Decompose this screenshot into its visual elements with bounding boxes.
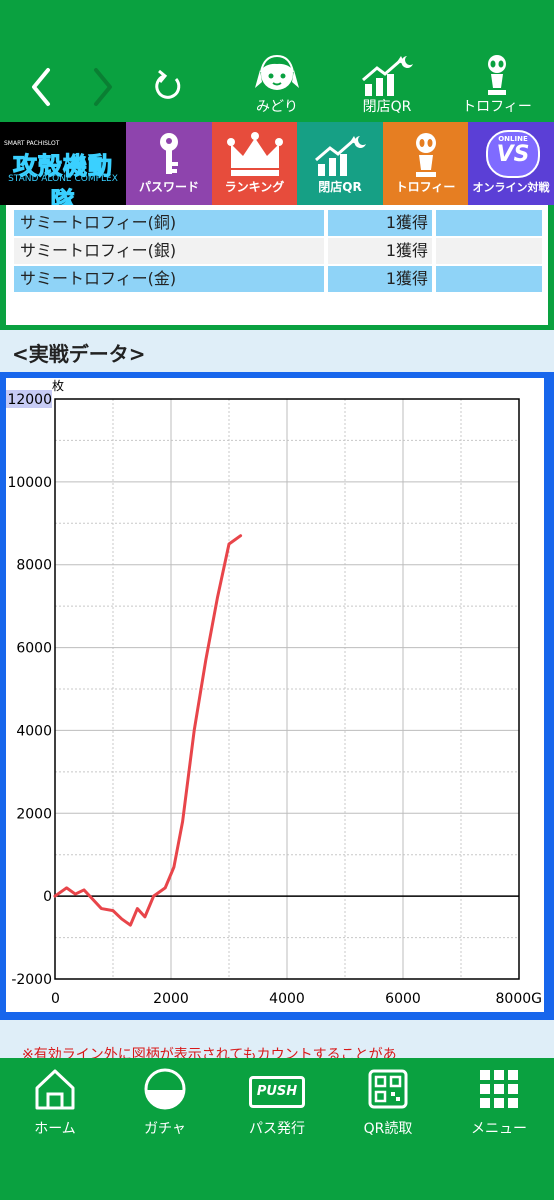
forward-arrow-icon[interactable]: [88, 62, 118, 112]
notice-band: ※有効ライン外に図柄が表示されてもカウントすることがあ: [0, 1020, 554, 1060]
menu-grid-icon: [480, 1070, 518, 1108]
crown-icon: [226, 132, 283, 176]
trophy-extra: [436, 266, 542, 292]
back-arrow-icon[interactable]: [28, 62, 58, 112]
y-tick-label: 6000: [16, 641, 52, 657]
home-icon: [35, 1069, 75, 1110]
x-tick-label: 4000: [269, 991, 305, 1007]
y-tick-label: 0: [43, 889, 52, 905]
tile-ranking[interactable]: ランキング: [212, 122, 297, 205]
y-tick-label: 2000: [16, 806, 52, 822]
trophy-row-bronze: サミートロフィー(銅) 1獲得: [14, 210, 544, 236]
logo-subtitle: STAND ALONE COMPLEX: [8, 174, 118, 184]
menu-row: SMART PACHISLOT 攻殻機動隊 STAND ALONE COMPLE…: [0, 122, 554, 216]
trophy-value: 1獲得: [328, 266, 432, 292]
header-trophy-button[interactable]: トロフィー: [452, 48, 542, 118]
y-tick-label: 8000: [16, 558, 52, 574]
y-tick-label: 10000: [7, 475, 52, 491]
push-badge-text: PUSH: [256, 1084, 298, 1099]
trophy-row-silver: サミートロフィー(銀) 1獲得: [14, 238, 544, 264]
y-unit-label: 枚: [52, 378, 64, 393]
nav-menu-label: メニュー: [471, 1121, 527, 1137]
trophy-name: サミートロフィー(銀): [14, 238, 324, 264]
trophy-row-gold: サミートロフィー(金) 1獲得: [14, 266, 544, 292]
trophy-table: サミートロフィー(銅) 1獲得 サミートロフィー(銀) 1獲得 サミートロフィー…: [6, 205, 548, 325]
tile-closing-qr[interactable]: 閉店QR: [297, 122, 383, 205]
x-tick-label: 6000: [385, 991, 421, 1007]
chart-moon-icon: [362, 56, 413, 96]
x-tick-label: 0: [51, 991, 60, 1007]
nav-qr-read-button[interactable]: QR読取: [338, 1066, 438, 1146]
trophy-panel: サミートロフィー(銅) 1獲得 サミートロフィー(銀) 1獲得 サミートロフィー…: [0, 205, 554, 330]
nav-qr-read-label: QR読取: [363, 1121, 413, 1137]
y-tick-label: -2000: [11, 972, 52, 988]
push-pass-icon: PUSH: [249, 1076, 305, 1108]
header-trophy-label: トロフィー: [462, 99, 532, 115]
chart-container: -2000 0 2000 4000 6000 8000 10000 12000 枚 0 2000 40…: [6, 378, 544, 1012]
y-tick-label: 12000: [7, 392, 52, 408]
trophy-name: サミートロフィー(金): [14, 266, 324, 292]
nav-home-label: ホーム: [34, 1121, 76, 1137]
trophy-value: 1獲得: [328, 238, 432, 264]
nav-home-button[interactable]: ホーム: [5, 1066, 105, 1146]
header-closing-qr-button[interactable]: 閉店QR: [342, 48, 432, 118]
tile-trophy-label: トロフィー: [395, 180, 456, 194]
reload-icon[interactable]: [150, 62, 184, 112]
nav-gacha-label: ガチャ: [144, 1121, 186, 1137]
header-closing-qr-label: 閉店QR: [362, 99, 412, 115]
game-logo[interactable]: SMART PACHISLOT 攻殻機動隊 STAND ALONE COMPLE…: [0, 122, 126, 216]
nav-menu-button[interactable]: メニュー: [449, 1066, 549, 1146]
nav-gacha-button[interactable]: ガチャ: [115, 1066, 215, 1146]
trophy-value: 1獲得: [328, 210, 432, 236]
tile-password-label: パスワード: [138, 180, 199, 194]
tile-trophy[interactable]: トロフィー: [383, 122, 468, 205]
tile-closing-qr-label: 閉店QR: [318, 180, 362, 194]
trophy-figure-icon: [488, 55, 506, 95]
top-bar: みどり 閉店QR トロフィー: [0, 0, 554, 122]
nav-pass-issue-label: パス発行: [249, 1121, 305, 1137]
chart-moon-icon: [315, 136, 366, 176]
key-icon: [160, 133, 178, 174]
gacha-icon: [144, 1068, 186, 1110]
trophy-figure-icon: [415, 133, 436, 177]
section-title: <実戦データ>: [12, 342, 146, 366]
header-midori-label: みどり: [256, 99, 298, 115]
nav-pass-issue-button[interactable]: PUSH パス発行: [227, 1066, 327, 1146]
vs-icon: ONLINE VS: [486, 130, 540, 178]
character-icon: [255, 54, 299, 90]
tile-password[interactable]: パスワード: [126, 122, 212, 205]
vs-badge-main: VS: [496, 142, 530, 167]
tile-ranking-label: ランキング: [224, 180, 285, 194]
trophy-extra: [436, 238, 542, 264]
trophy-name: サミートロフィー(銅): [14, 210, 324, 236]
x-tick-label: 2000: [153, 991, 189, 1007]
tile-online-battle-label: オンライン対戦: [472, 181, 550, 194]
tile-online-battle[interactable]: ONLINE VS オンライン対戦: [468, 122, 554, 205]
header-midori-button[interactable]: みどり: [232, 48, 322, 118]
trophy-extra: [436, 210, 542, 236]
chart-frame: -2000 0 2000 4000 6000 8000 10000 12000 枚 0 2000 40…: [0, 372, 554, 1020]
y-tick-label: 4000: [16, 723, 52, 739]
qr-code-icon: [368, 1069, 408, 1109]
slump-chart: -2000 0 2000 4000 6000 8000 10000 12000枚 0 2000 40…: [6, 378, 542, 1007]
x-tick-label: 8000G: [496, 991, 542, 1007]
bottom-nav: ホーム ガチャ PUSH パス発行 QR読取 メニュー: [0, 1058, 554, 1200]
